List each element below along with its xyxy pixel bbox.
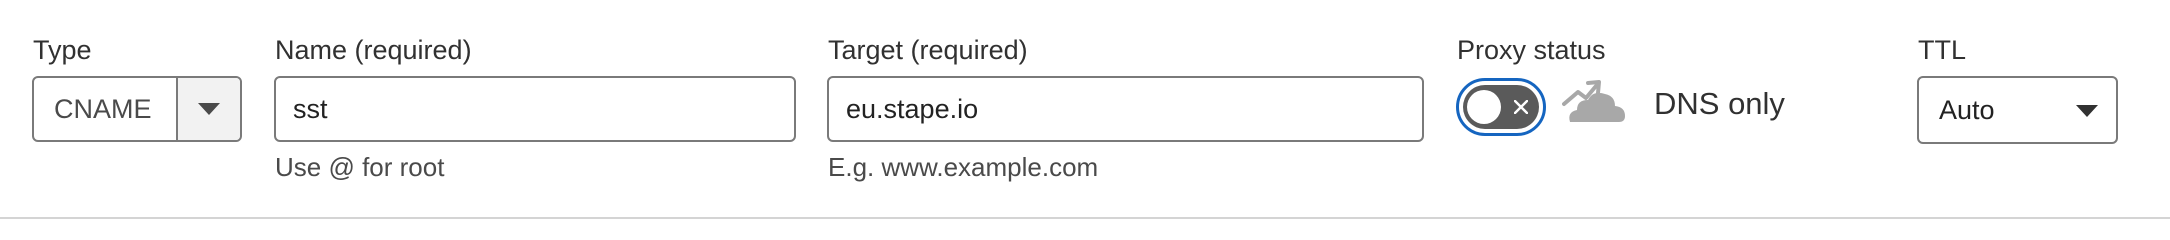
close-icon (1514, 100, 1528, 114)
chevron-down-icon (198, 103, 220, 115)
proxy-state-text: DNS only (1654, 86, 1785, 121)
name-input[interactable]: sst (274, 76, 796, 142)
cloud-bypass-icon (1562, 80, 1625, 122)
chevron-down-icon (2076, 105, 2098, 117)
name-help-text: Use @ for root (275, 152, 445, 182)
type-label: Type (33, 35, 92, 65)
ttl-value: Auto (1939, 95, 1995, 125)
row-divider (0, 217, 2170, 219)
proxy-toggle-knob (1467, 90, 1501, 124)
name-label: Name (required) (275, 35, 472, 65)
proxy-status-label: Proxy status (1457, 35, 1606, 65)
type-value: CNAME (54, 94, 152, 124)
proxy-toggle-track (1463, 85, 1539, 129)
type-dropdown-button[interactable] (178, 78, 240, 140)
target-help-text: E.g. www.example.com (828, 152, 1099, 182)
target-input[interactable]: eu.stape.io (827, 76, 1424, 142)
ttl-select[interactable]: Auto (1917, 76, 2118, 144)
ttl-label: TTL (1918, 35, 1967, 65)
type-select[interactable]: CNAME (32, 76, 242, 142)
proxy-toggle[interactable] (1456, 78, 1546, 136)
target-value: eu.stape.io (846, 94, 979, 124)
target-label: Target (required) (828, 35, 1028, 65)
name-value: sst (293, 94, 328, 124)
